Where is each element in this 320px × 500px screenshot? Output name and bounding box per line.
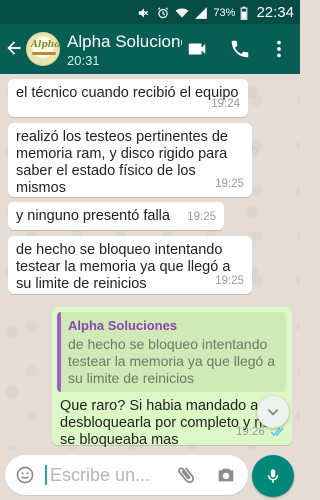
status-bar: 73% 22:34 xyxy=(0,0,300,24)
back-arrow-icon[interactable] xyxy=(4,38,24,58)
text-cursor xyxy=(45,465,47,485)
message-time: 19:25 xyxy=(215,275,244,287)
phone-icon[interactable] xyxy=(229,38,251,60)
message-time: 19:26 xyxy=(236,426,265,438)
quoted-message[interactable]: Alpha Soluciones de hecho se bloqueo int… xyxy=(57,312,286,392)
avatar[interactable]: Alpha xyxy=(26,32,60,66)
battery-percent: 73% xyxy=(213,6,236,19)
message-bubble[interactable]: y ninguno presentó falla 19:25 xyxy=(8,202,224,230)
message-list[interactable]: el técnico cuando recibió el equipo 19:2… xyxy=(0,74,300,450)
message-time: 19:24 xyxy=(211,98,240,110)
message-input[interactable] xyxy=(50,461,168,489)
double-check-icon xyxy=(270,427,284,437)
more-vert-icon[interactable] xyxy=(268,38,290,60)
scroll-to-bottom-button[interactable] xyxy=(257,396,289,428)
contact-name[interactable]: Alpha Soluciones xyxy=(67,32,182,52)
avatar-logo-stripe xyxy=(32,52,56,55)
message-text: el técnico cuando recibió el equipo xyxy=(16,85,239,101)
composer xyxy=(0,450,300,500)
video-call-icon[interactable] xyxy=(186,38,208,60)
message-text: y ninguno presentó falla xyxy=(16,208,170,224)
mic-icon xyxy=(267,469,279,483)
quote-text: de hecho se bloqueo intentando testear l… xyxy=(68,336,275,386)
quote-author: Alpha Soluciones xyxy=(68,318,178,333)
message-bubble[interactable]: el técnico cuando recibió el equipo 19:2… xyxy=(8,79,248,117)
message-bubble[interactable]: de hecho se bloqueo intentando testear l… xyxy=(8,236,252,294)
wifi-icon xyxy=(176,7,189,18)
message-text: realizó los testeos pertinentes de memor… xyxy=(16,129,228,196)
chat-header: Alpha Alpha Soluciones 20:31 xyxy=(0,24,300,74)
status-bar-right: 73% 22:34 xyxy=(137,4,294,21)
signal-icon xyxy=(195,6,208,19)
attach-icon[interactable] xyxy=(175,464,197,486)
battery-icon xyxy=(241,6,248,20)
message-time: 19:25 xyxy=(215,178,244,190)
emoji-icon[interactable] xyxy=(15,465,35,485)
message-time: 19:25 xyxy=(187,211,216,223)
message-bubble-outgoing[interactable]: Alpha Soluciones de hecho se bloqueo int… xyxy=(52,307,292,448)
clock: 22:34 xyxy=(256,4,294,21)
message-input-container[interactable] xyxy=(5,455,248,495)
contact-status: 20:31 xyxy=(67,53,100,68)
mic-button[interactable] xyxy=(252,455,294,497)
message-bubble[interactable]: realizó los testeos pertinentes de memor… xyxy=(8,123,252,197)
chevron-down-icon xyxy=(267,409,279,416)
mute-icon xyxy=(139,7,149,18)
camera-icon[interactable] xyxy=(215,464,237,486)
alarm-icon xyxy=(158,6,169,18)
message-text: de hecho se bloqueo intentando testear l… xyxy=(16,242,231,292)
avatar-logo-text: Alpha xyxy=(31,40,60,50)
